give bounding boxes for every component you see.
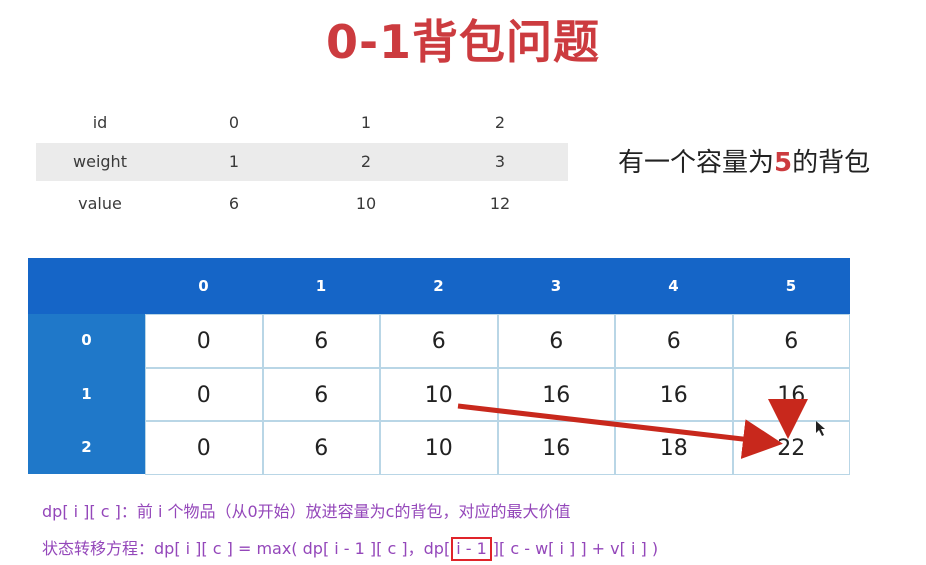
formula-transition-pre: 状态转移方程：dp[ i ][ c ] = max( dp[ i - 1 ][ …: [42, 539, 451, 558]
diagonal-arrow: [457, 403, 783, 459]
mouse-cursor-icon: [816, 421, 825, 436]
formula-transition: 状态转移方程：dp[ i ][ c ] = max( dp[ i - 1 ][ …: [42, 535, 658, 561]
formula-definition: dp[ i ][ c ]：前 i 个物品（从0开始）放进容量为c的背包，对应的最…: [42, 502, 571, 521]
formula-highlight: i - 1: [451, 537, 492, 561]
transition-arrows: [457, 399, 825, 459]
formula-transition-post: ][ c - w[ i ] ] + v[ i ] ): [492, 539, 659, 558]
